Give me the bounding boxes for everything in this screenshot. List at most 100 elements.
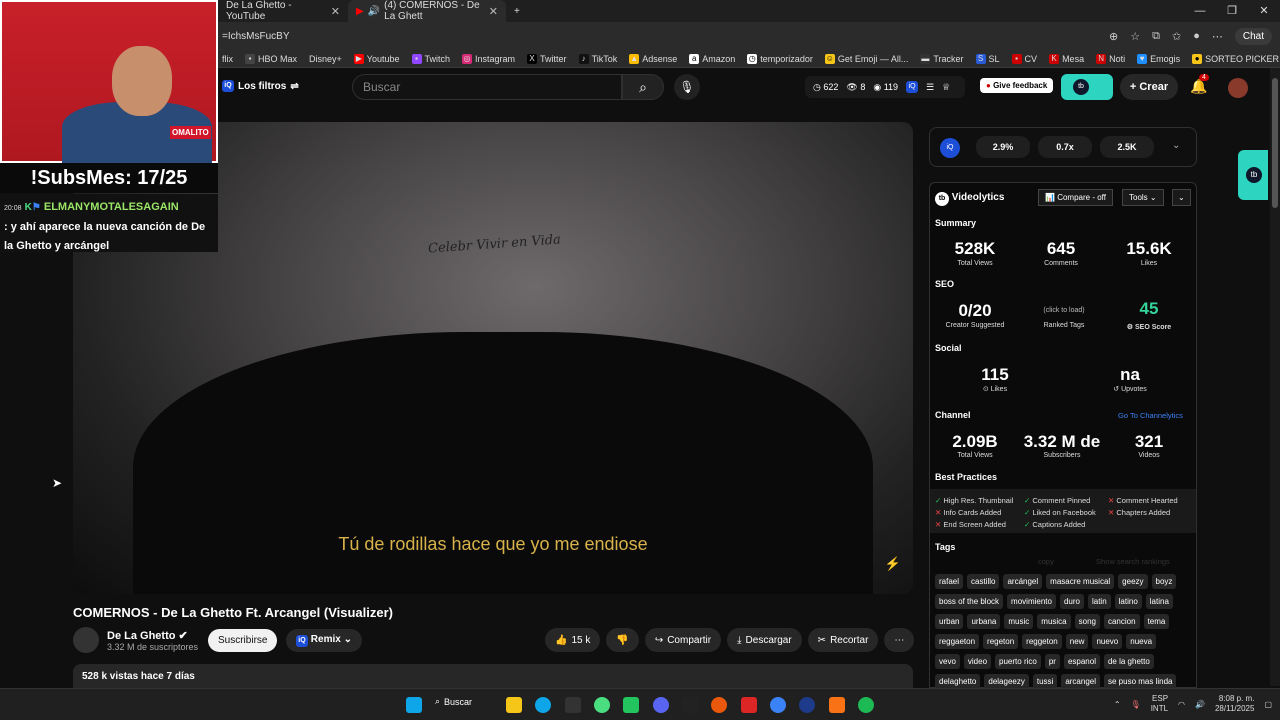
app-icon[interactable] (711, 697, 727, 713)
tag[interactable]: tussi (1032, 674, 1058, 689)
tag[interactable]: tema (1143, 614, 1170, 629)
create-button[interactable]: + Crear (1120, 74, 1178, 100)
bookmark[interactable]: flix (222, 54, 233, 64)
chat-button[interactable]: Chat (1234, 27, 1272, 45)
search-input[interactable]: Buscar (352, 74, 622, 100)
list-icon[interactable]: ☰ (926, 82, 934, 93)
edge-icon[interactable] (535, 697, 551, 713)
channel-name[interactable]: De La Ghetto ✔ (107, 629, 198, 642)
download-button[interactable]: ⤓ Descargar (727, 628, 802, 652)
tag[interactable]: urbana (967, 614, 1001, 629)
epic-games-icon[interactable] (682, 697, 698, 713)
bookmark[interactable]: ☺ Get Emoji — All... (824, 53, 908, 64)
clip-button[interactable]: ✂ Recortar (807, 628, 879, 652)
tag[interactable]: reggaeton (935, 634, 980, 649)
tag[interactable]: latina (1145, 594, 1173, 609)
tag[interactable]: masacre musical (1046, 574, 1115, 589)
tag[interactable]: rafael (935, 574, 964, 589)
app-icon[interactable] (565, 697, 581, 713)
tag[interactable]: delaghetto (935, 674, 981, 689)
microphone-icon[interactable]: 🎙 (1131, 700, 1141, 709)
chevron-down-icon[interactable]: ⌄ (1172, 140, 1180, 151)
tag[interactable]: arcángel (1003, 574, 1043, 589)
tag[interactable]: delageezy (984, 674, 1029, 689)
search-icon[interactable]: ⌕ (622, 74, 664, 100)
scrollbar-thumb[interactable] (1272, 78, 1278, 208)
favorites-icon[interactable]: ✩ (1172, 30, 1181, 43)
tag[interactable]: movimiento (1007, 594, 1056, 609)
tag[interactable]: latin (1087, 594, 1111, 609)
vidiq-stats[interactable]: ◷ 622 👁 8 ◉ 119 iQ ☰ ♕ (805, 76, 965, 98)
chevron-down-icon[interactable]: ⌄ (1172, 189, 1191, 206)
score-chip[interactable]: 2.9% (976, 136, 1030, 158)
bookmark[interactable]: ▬ Tracker (920, 53, 964, 64)
bookmark[interactable]: Disney+ (309, 54, 342, 64)
bookmark[interactable]: ♥ Emogis (1137, 53, 1180, 64)
steam-icon[interactable] (799, 697, 815, 713)
bookmark[interactable]: ▶ Youtube (353, 53, 400, 64)
bookmark[interactable]: N Noti (1096, 53, 1125, 64)
language-indicator[interactable]: ESP INTL (1151, 694, 1168, 714)
app-icon[interactable] (770, 697, 786, 713)
bookmark[interactable]: ▲ Adsense (629, 53, 677, 64)
bookmark[interactable]: a Amazon (689, 53, 735, 64)
chevron-up-icon[interactable]: ⌃ (1114, 700, 1121, 709)
vidiq-toggle-button[interactable]: tb (1061, 74, 1113, 100)
discord-icon[interactable] (653, 697, 669, 713)
close-icon[interactable]: ✕ (331, 5, 340, 18)
spotify-icon[interactable] (858, 697, 874, 713)
tag[interactable]: puerto rico (995, 654, 1041, 669)
tag[interactable]: new (1065, 634, 1089, 649)
compare-button[interactable]: 📊 Compare - off (1038, 189, 1113, 206)
tag[interactable]: music (1004, 614, 1034, 629)
avatar[interactable] (1228, 78, 1248, 98)
like-button[interactable]: 👍 15 k (545, 628, 601, 652)
bookmark[interactable]: ▪ CV (1011, 53, 1037, 64)
tag[interactable]: song (1074, 614, 1100, 629)
score-chip[interactable]: 0.7x (1038, 136, 1092, 158)
app-icon[interactable] (829, 697, 845, 713)
bell-icon[interactable]: 🔔 4 (1190, 74, 1209, 95)
restore-icon[interactable]: ❐ (1216, 0, 1248, 22)
scrollbar[interactable] (1270, 68, 1280, 686)
notification-icon[interactable]: ▢ (1264, 700, 1272, 709)
tag[interactable]: musica (1037, 614, 1071, 629)
extensions-icon[interactable]: ⧉ (1152, 30, 1160, 43)
trophy-icon[interactable]: ♕ (942, 82, 950, 93)
tag[interactable]: duro (1059, 594, 1084, 609)
tag[interactable]: nuevo (1092, 634, 1123, 649)
chrome-icon[interactable] (594, 697, 610, 713)
bookmark[interactable]: K Mesa (1049, 53, 1084, 64)
tag[interactable]: latino (1114, 594, 1142, 609)
bookmark[interactable]: X Twitter (527, 53, 567, 64)
more-icon[interactable]: ⋯ (1212, 30, 1223, 43)
score-chip[interactable]: 2.5K (1100, 136, 1154, 158)
profile-icon[interactable]: ● (1193, 30, 1200, 42)
wifi-icon[interactable]: ◠ (1178, 700, 1185, 709)
new-tab-button[interactable]: + (506, 0, 528, 22)
taskbar-search[interactable]: ⌕ Buscar (435, 696, 472, 707)
tag[interactable]: espanol (1063, 654, 1100, 669)
app-icon[interactable] (741, 697, 757, 713)
close-icon[interactable]: ✕ (489, 5, 498, 18)
show-rankings-button[interactable]: Show search rankings (1096, 557, 1170, 566)
filters-button[interactable]: iQ Los filtros ⇌ (222, 80, 299, 92)
windows-start-icon[interactable] (406, 697, 422, 713)
tag[interactable]: video (963, 654, 992, 669)
tag[interactable]: castillo (967, 574, 1000, 589)
bookmark[interactable]: ▪ HBO Max (245, 53, 297, 64)
share-button[interactable]: ↪ Compartir (644, 628, 722, 652)
url-field[interactable]: =IchsMsFucBY (222, 31, 290, 42)
bookmark[interactable]: S SL (975, 53, 1000, 64)
channelytics-link[interactable]: Go To Channelytics (1118, 411, 1183, 420)
speaker-icon[interactable]: 🔊 (368, 6, 380, 17)
tag[interactable]: pr (1044, 654, 1060, 669)
tab-youtube[interactable]: De La Ghetto - YouTube ✕ (218, 0, 348, 22)
tab-comernos[interactable]: ▶ 🔊 (4) COMERNOS - De La Ghett ✕ (348, 0, 506, 22)
tag[interactable]: se puso mas linda (1104, 674, 1177, 689)
tag[interactable]: nueva (1126, 634, 1157, 649)
microphone-icon[interactable]: 🎙 (674, 74, 700, 100)
bookmark[interactable]: ◷ temporizador (747, 53, 813, 64)
star-icon[interactable]: ☆ (1130, 30, 1140, 43)
copy-tags-button[interactable]: copy (1038, 557, 1054, 566)
